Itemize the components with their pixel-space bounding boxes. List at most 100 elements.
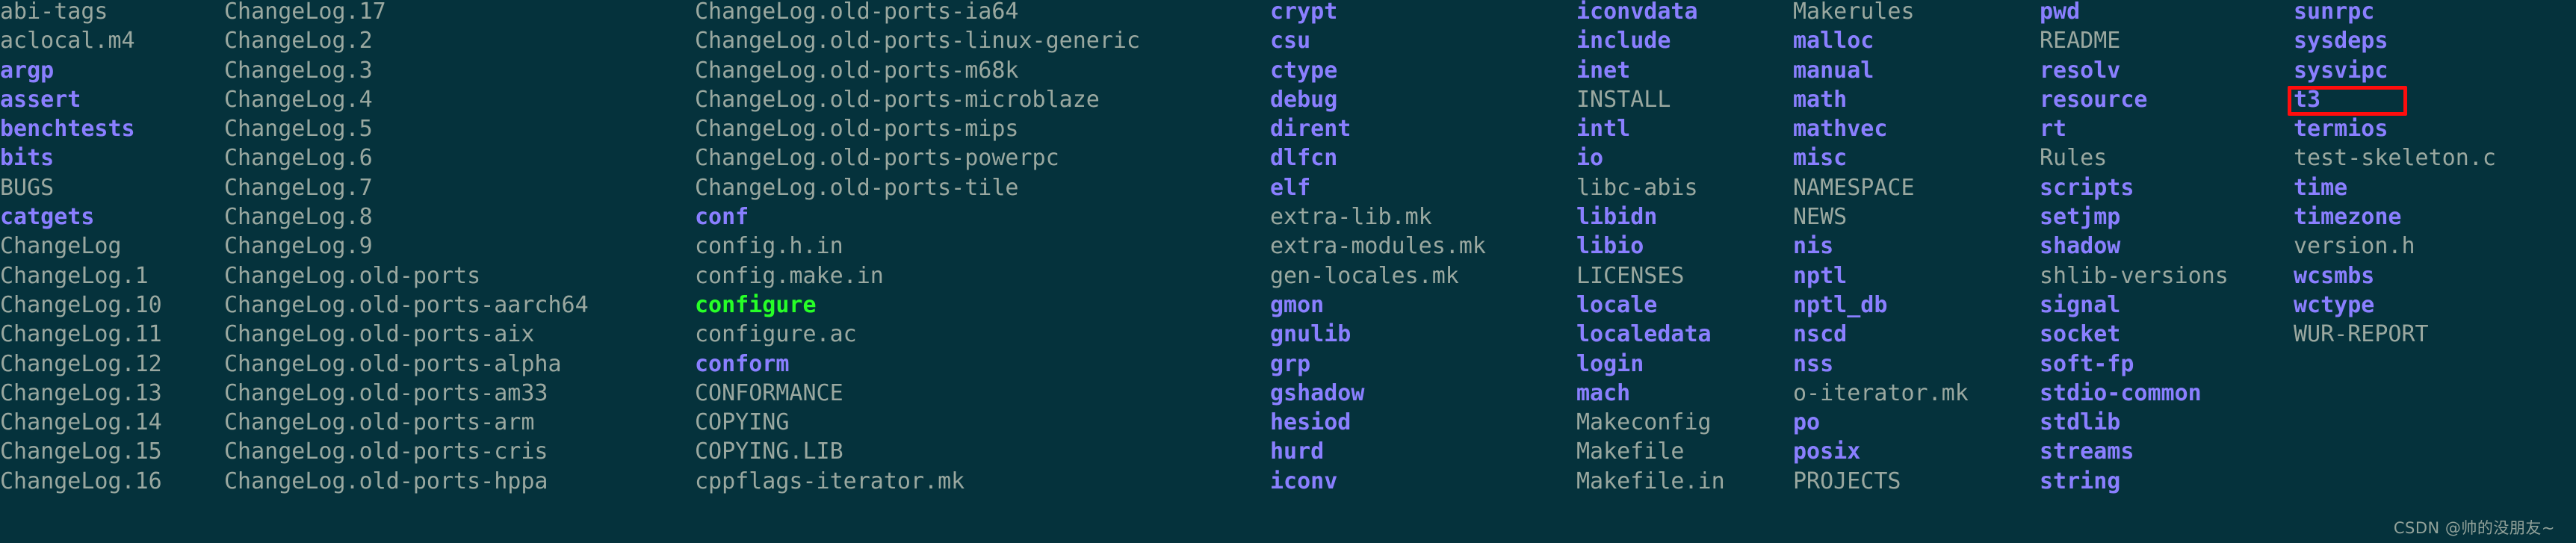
directory-entry[interactable]: math [1793, 85, 2040, 114]
directory-entry[interactable]: posix [1793, 437, 2040, 466]
file-entry[interactable]: ChangeLog.6 [224, 143, 695, 173]
directory-entry[interactable]: mathvec [1793, 114, 2040, 143]
file-entry[interactable]: config.h.in [695, 232, 1270, 261]
file-entry[interactable]: ChangeLog.old-ports-cris [224, 437, 695, 466]
directory-entry[interactable]: socket [2040, 320, 2294, 349]
directory-entry[interactable]: argp [0, 56, 224, 85]
file-entry[interactable]: ChangeLog.old-ports-alpha [224, 350, 695, 379]
directory-entry[interactable]: streams [2040, 437, 2294, 466]
file-entry[interactable]: aclocal.m4 [0, 26, 224, 55]
file-entry[interactable]: CONFORMANCE [695, 379, 1270, 408]
file-entry[interactable]: ChangeLog.10 [0, 291, 224, 320]
file-entry[interactable]: ChangeLog.9 [224, 232, 695, 261]
file-entry[interactable]: WUR-REPORT [2294, 320, 2576, 349]
file-entry[interactable]: o-iterator.mk [1793, 379, 2040, 408]
directory-entry[interactable]: malloc [1793, 26, 2040, 55]
file-entry[interactable]: ChangeLog.old-ports-arm [224, 408, 695, 437]
directory-entry[interactable]: grp [1270, 350, 1576, 379]
file-entry[interactable]: cppflags-iterator.mk [695, 467, 1270, 496]
file-entry[interactable]: ChangeLog.old-ports [224, 261, 695, 291]
file-entry[interactable]: ChangeLog.old-ports-tile [695, 173, 1270, 202]
directory-entry[interactable]: nptl [1793, 261, 2040, 291]
file-entry[interactable]: ChangeLog.old-ports-ia64 [695, 0, 1270, 26]
file-entry[interactable]: README [2040, 26, 2294, 55]
file-entry[interactable]: config.make.in [695, 261, 1270, 291]
file-entry[interactable]: gen-locales.mk [1270, 261, 1576, 291]
file-entry[interactable]: ChangeLog.1 [0, 261, 224, 291]
file-entry[interactable]: NAMESPACE [1793, 173, 2040, 202]
file-entry[interactable]: BUGS [0, 173, 224, 202]
file-entry[interactable]: INSTALL [1576, 85, 1793, 114]
file-entry[interactable]: ChangeLog.old-ports-microblaze [695, 85, 1270, 114]
directory-entry[interactable]: stdio-common [2040, 379, 2294, 408]
directory-entry[interactable]: misc [1793, 143, 2040, 173]
file-entry[interactable]: ChangeLog.17 [224, 0, 695, 26]
directory-entry[interactable]: termios [2294, 114, 2576, 143]
directory-entry[interactable]: io [1576, 143, 1793, 173]
directory-entry[interactable]: po [1793, 408, 2040, 437]
file-entry[interactable]: Rules [2040, 143, 2294, 173]
directory-entry[interactable]: resource [2040, 85, 2294, 114]
directory-entry[interactable]: soft-fp [2040, 350, 2294, 379]
directory-entry[interactable]: scripts [2040, 173, 2294, 202]
directory-entry[interactable]: rt [2040, 114, 2294, 143]
directory-entry[interactable]: libidn [1576, 202, 1793, 232]
directory-entry[interactable]: hurd [1270, 437, 1576, 466]
directory-entry[interactable]: debug [1270, 85, 1576, 114]
directory-entry[interactable]: mach [1576, 379, 1793, 408]
file-entry[interactable]: ChangeLog.13 [0, 379, 224, 408]
file-entry[interactable]: ChangeLog.4 [224, 85, 695, 114]
file-entry[interactable]: ChangeLog.12 [0, 350, 224, 379]
directory-entry[interactable]: include [1576, 26, 1793, 55]
directory-entry[interactable]: bits [0, 143, 224, 173]
directory-entry[interactable]: dlfcn [1270, 143, 1576, 173]
file-entry[interactable]: PROJECTS [1793, 467, 2040, 496]
file-entry[interactable]: ChangeLog.14 [0, 408, 224, 437]
file-entry[interactable]: extra-lib.mk [1270, 202, 1576, 232]
file-entry[interactable]: ChangeLog [0, 232, 224, 261]
directory-entry[interactable]: locale [1576, 291, 1793, 320]
directory-entry[interactable]: assert [0, 85, 224, 114]
directory-entry[interactable]: catgets [0, 202, 224, 232]
directory-entry[interactable]: libio [1576, 232, 1793, 261]
file-entry[interactable]: extra-modules.mk [1270, 232, 1576, 261]
file-entry[interactable]: configure.ac [695, 320, 1270, 349]
directory-entry[interactable]: wctype [2294, 291, 2576, 320]
file-entry[interactable]: ChangeLog.2 [224, 26, 695, 55]
file-entry[interactable]: ChangeLog.15 [0, 437, 224, 466]
file-entry[interactable]: ChangeLog.16 [0, 467, 224, 496]
directory-entry[interactable]: localedata [1576, 320, 1793, 349]
directory-entry[interactable]: conform [695, 350, 1270, 379]
directory-entry[interactable]: crypt [1270, 0, 1576, 26]
file-entry[interactable]: version.h [2294, 232, 2576, 261]
file-entry[interactable]: Makeconfig [1576, 408, 1793, 437]
directory-entry[interactable]: timezone [2294, 202, 2576, 232]
file-entry[interactable]: ChangeLog.old-ports-aarch64 [224, 291, 695, 320]
directory-entry[interactable]: nis [1793, 232, 2040, 261]
directory-entry[interactable]: setjmp [2040, 202, 2294, 232]
directory-entry[interactable]: sysvipc [2294, 56, 2576, 85]
file-entry[interactable]: ChangeLog.old-ports-hppa [224, 467, 695, 496]
directory-entry[interactable]: login [1576, 350, 1793, 379]
file-entry[interactable]: NEWS [1793, 202, 2040, 232]
directory-entry[interactable]: intl [1576, 114, 1793, 143]
directory-entry[interactable]: dirent [1270, 114, 1576, 143]
directory-entry[interactable]: gnulib [1270, 320, 1576, 349]
file-entry[interactable]: ChangeLog.old-ports-powerpc [695, 143, 1270, 173]
file-entry[interactable]: LICENSES [1576, 261, 1793, 291]
file-entry[interactable]: Makerules [1793, 0, 2040, 26]
directory-entry[interactable]: resolv [2040, 56, 2294, 85]
directory-entry[interactable]: benchtests [0, 114, 224, 143]
file-entry[interactable]: Makefile.in [1576, 467, 1793, 496]
directory-entry[interactable]: hesiod [1270, 408, 1576, 437]
file-entry[interactable]: Makefile [1576, 437, 1793, 466]
directory-entry[interactable]: nss [1793, 350, 2040, 379]
file-entry[interactable]: ChangeLog.11 [0, 320, 224, 349]
directory-entry[interactable]: ctype [1270, 56, 1576, 85]
directory-entry[interactable]: time [2294, 173, 2576, 202]
directory-entry[interactable]: string [2040, 467, 2294, 496]
directory-entry[interactable]: iconv [1270, 467, 1576, 496]
directory-entry[interactable]: conf [695, 202, 1270, 232]
directory-entry[interactable]: t3 [2294, 85, 2576, 114]
file-entry[interactable]: ChangeLog.old-ports-aix [224, 320, 695, 349]
